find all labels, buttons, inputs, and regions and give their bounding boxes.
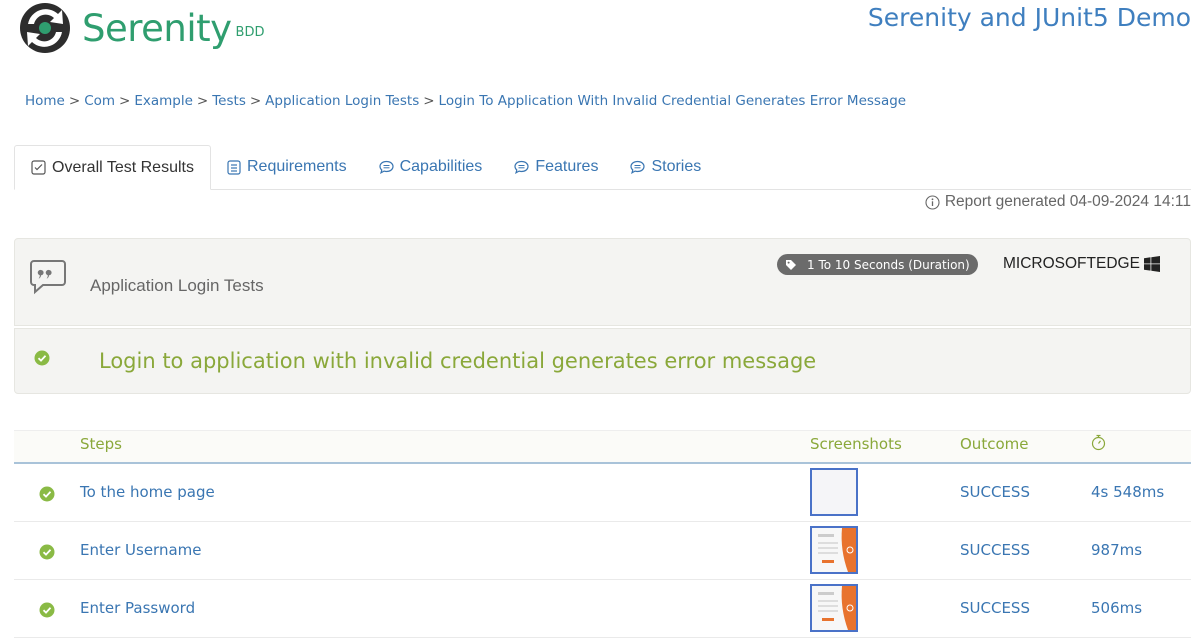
tab-requirements[interactable]: Requirements [211,145,363,189]
speech-bubble-icon [514,160,529,174]
breadcrumb-home[interactable]: Home [25,93,65,109]
stopwatch-icon [1091,434,1106,451]
steps-table-header: Steps Screenshots Outcome [14,430,1191,464]
duration-column-header [1091,434,1106,455]
success-check-icon [34,350,50,366]
step-duration: 4s 548ms [1091,483,1165,501]
quote-icon [30,260,66,295]
tab-label: Capabilities [399,158,483,175]
windows-icon [1143,256,1160,272]
tab-capabilities[interactable]: Capabilities [363,145,499,189]
scenario-panel: Login to application with invalid creden… [14,328,1191,394]
breadcrumb-current-test[interactable]: Login To Application With Invalid Creden… [439,93,907,109]
success-check-icon [39,602,55,618]
steps-table: Steps Screenshots Outcome To the home pa… [14,430,1191,638]
speech-bubble-icon [630,160,646,174]
logo-wordmark: Serenity [82,6,232,50]
report-generated-text: Report generated 04-09-2024 14:11 [944,193,1191,210]
step-outcome: SUCCESS [960,541,1030,559]
login-page-thumbnail-image [812,586,856,630]
duration-tag[interactable]: 1 To 10 Seconds (Duration) [777,254,978,275]
list-icon [227,159,241,175]
step-duration: 987ms [1091,541,1143,559]
breadcrumb: Home > Com > Example > Tests > Application Login… [25,93,907,109]
tab-label: Stories [651,158,702,175]
platform-name: MICROSOFTEDGE [1003,255,1140,272]
breadcrumb-example[interactable]: Example [134,93,193,109]
serenity-logo: Serenity BDD [18,2,265,54]
tag-icon [786,259,796,270]
step-row: Enter Password SUCCESS 506ms [14,580,1191,638]
story-panel: Application Login Tests 1 To 10 Seconds … [14,238,1191,326]
step-row: Enter Username SUCCESS 987ms [14,522,1191,580]
report-tabs: Overall Test Results Requirements Capabi… [14,145,1191,190]
step-outcome: SUCCESS [960,599,1030,617]
tab-overall-test-results[interactable]: Overall Test Results [14,145,211,190]
project-title: Serenity and JUnit5 Demo [867,3,1191,32]
story-title: Application Login Tests [90,276,264,295]
tab-label: Overall Test Results [52,158,194,176]
screenshot-thumbnail[interactable] [810,584,858,632]
scenario-title: Login to application with invalid creden… [99,349,817,373]
step-description[interactable]: Enter Username [80,541,202,559]
step-duration: 506ms [1091,599,1143,617]
steps-column-header: Steps [80,435,122,453]
step-description[interactable]: To the home page [80,483,215,501]
tab-features[interactable]: Features [498,145,614,189]
step-row: To the home page SUCCESS 4s 548ms [14,464,1191,522]
screenshot-thumbnail[interactable] [810,526,858,574]
success-check-icon [39,486,55,502]
speech-bubble-icon [378,160,394,174]
screenshots-column-header: Screenshots [810,435,902,453]
serenity-logo-icon [20,3,70,53]
tab-label: Requirements [246,158,347,175]
checklist-icon [31,160,46,175]
tab-label: Features [535,158,599,175]
breadcrumb-application-login-tests[interactable]: Application Login Tests [265,93,419,109]
breadcrumb-com[interactable]: Com [84,93,115,109]
step-description[interactable]: Enter Password [80,599,195,617]
report-generated: Report generated 04-09-2024 14:11 [925,193,1191,211]
info-icon [925,194,940,210]
success-check-icon [39,544,55,560]
screenshot-thumbnail[interactable] [810,468,858,516]
tab-stories[interactable]: Stories [614,145,717,189]
step-outcome: SUCCESS [960,483,1030,501]
logo-suffix: BDD [235,24,265,40]
platform-label: MICROSOFTEDGE [1003,255,1160,273]
duration-tag-label: 1 To 10 Seconds (Duration) [807,257,970,272]
login-page-thumbnail-image [812,528,856,572]
breadcrumb-tests[interactable]: Tests [212,93,246,109]
outcome-column-header: Outcome [960,435,1029,453]
